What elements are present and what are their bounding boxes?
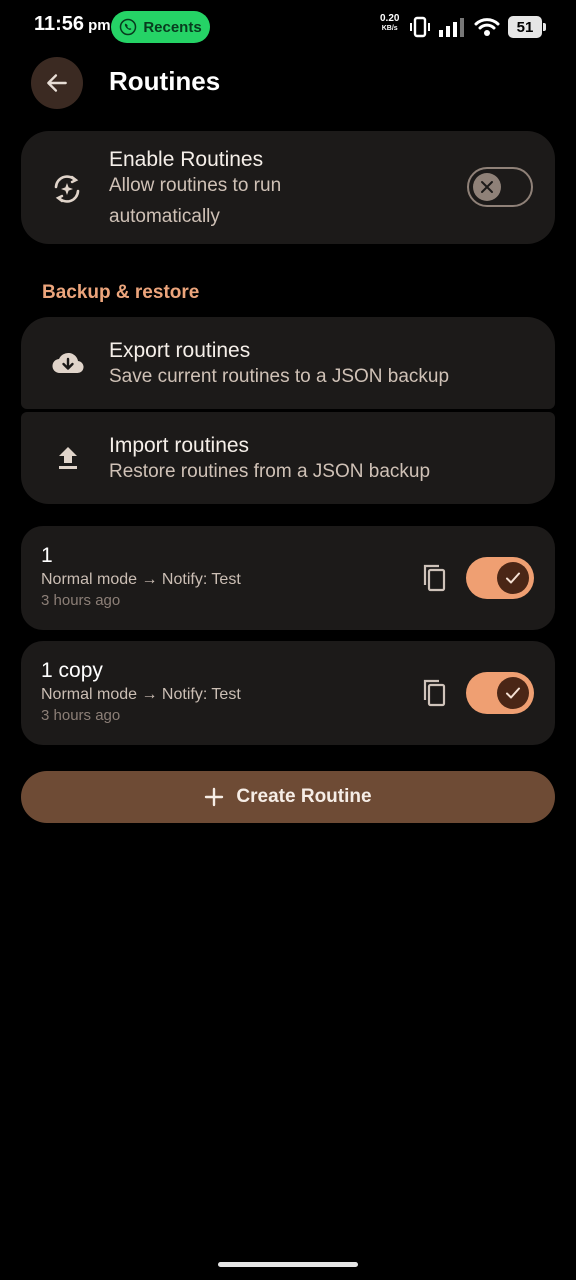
toggle-knob — [473, 173, 501, 201]
cloud-download-icon — [52, 352, 84, 374]
back-button[interactable] — [31, 57, 83, 109]
toggle-knob — [497, 562, 529, 594]
section-label-backup: Backup & restore — [42, 282, 200, 303]
upload-icon — [59, 447, 77, 469]
whatsapp-icon — [120, 18, 137, 36]
page-title: Routines — [109, 66, 221, 96]
export-subtitle: Save current routines to a JSON backup — [109, 366, 450, 387]
wifi-icon — [474, 18, 500, 36]
status-time: 11:56 pm — [34, 13, 111, 35]
enable-routines-subtitle: Allow routines to run automatically — [109, 175, 282, 227]
import-title: Import routines — [109, 434, 250, 457]
arrow-left-icon — [47, 74, 67, 92]
plus-icon — [205, 787, 224, 807]
signal-icon — [439, 18, 464, 37]
copy-icon[interactable] — [421, 562, 449, 594]
home-indicator[interactable] — [218, 1262, 358, 1267]
routine-name: 1 copy — [41, 659, 103, 682]
create-routine-button[interactable]: Create Routine — [21, 771, 555, 823]
vibrate-icon — [410, 16, 430, 38]
export-title: Export routines — [109, 339, 251, 362]
routine-name: 1 — [41, 544, 53, 567]
routine-description: Normal mode → Notify: Test — [41, 571, 241, 588]
export-routines-row[interactable]: Export routines Save current routines to… — [21, 317, 555, 409]
create-routine-label: Create Routine — [236, 786, 372, 807]
enable-routines-toggle[interactable] — [467, 167, 533, 207]
recents-chip[interactable]: Recents — [111, 11, 210, 43]
routine-description: Normal mode → Notify: Test — [41, 686, 241, 703]
copy-icon[interactable] — [421, 677, 449, 709]
routine-timestamp: 3 hours ago — [41, 707, 121, 724]
close-icon — [481, 181, 493, 193]
toggle-knob — [497, 677, 529, 709]
check-icon — [506, 572, 520, 584]
import-routines-row[interactable]: Import routines Restore routines from a … — [21, 412, 555, 504]
routine-card[interactable]: 1 Normal mode → Notify: Test 3 hours ago — [21, 526, 555, 630]
status-bar: 11:56 pm Recents 0.20 KB/s 51 — [0, 0, 576, 56]
status-icons: 51 — [410, 14, 546, 40]
routine-toggle[interactable] — [466, 557, 534, 599]
network-speed: 0.20 KB/s — [380, 13, 400, 33]
routine-card[interactable]: 1 copy Normal mode → Notify: Test 3 hour… — [21, 641, 555, 745]
import-subtitle: Restore routines from a JSON backup — [109, 461, 431, 482]
battery-indicator: 51 — [508, 16, 546, 38]
routine-toggle[interactable] — [466, 672, 534, 714]
check-icon — [506, 687, 520, 699]
routine-timestamp: 3 hours ago — [41, 592, 121, 609]
enable-routines-title: Enable Routines — [109, 148, 264, 171]
auto-refresh-sparkle-icon — [54, 175, 80, 203]
